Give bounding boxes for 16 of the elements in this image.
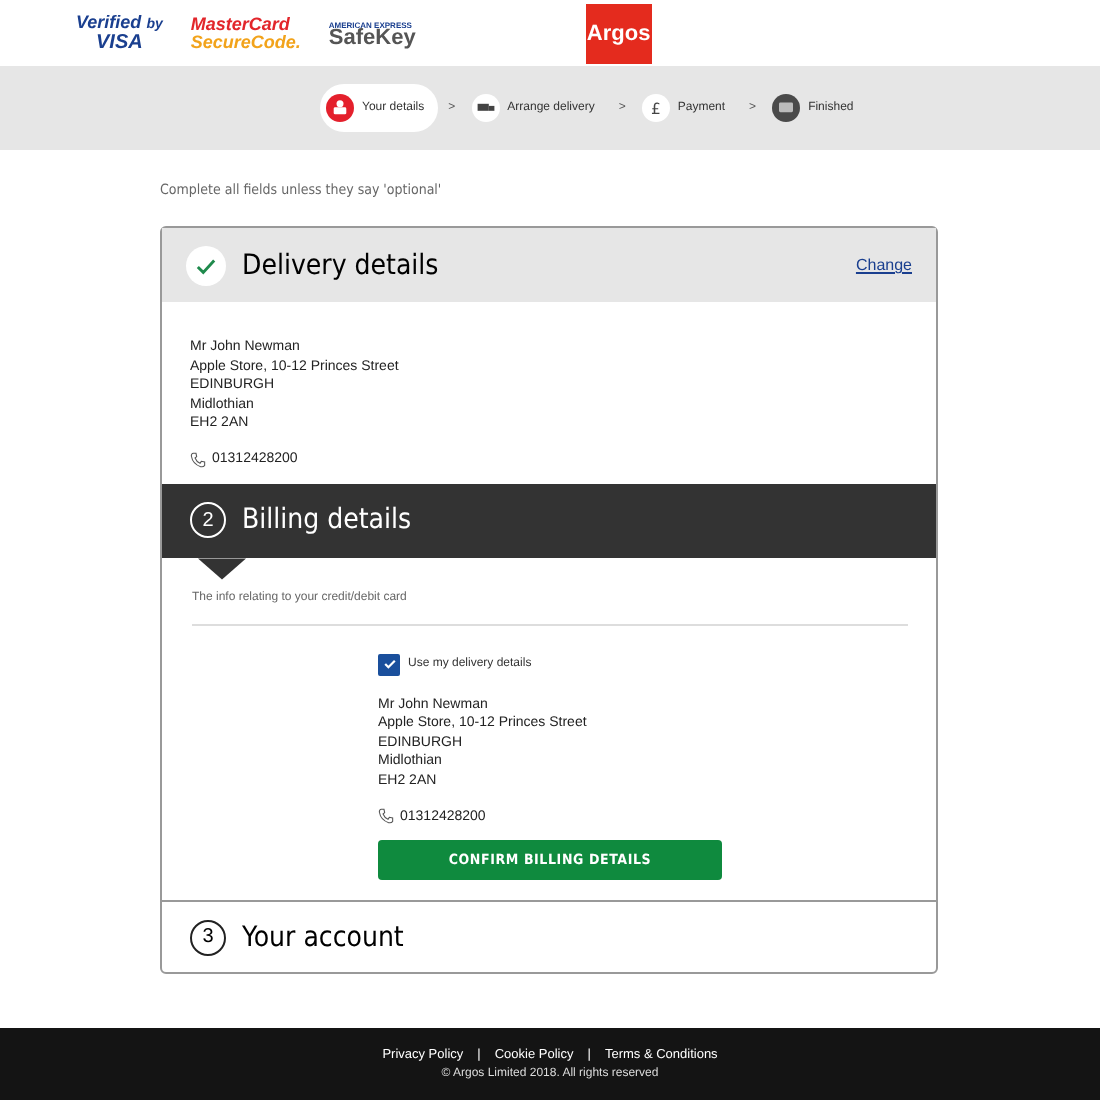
step-number: 3 bbox=[190, 919, 226, 955]
step-icon bbox=[772, 94, 801, 122]
step-icon bbox=[326, 94, 354, 122]
step-icon bbox=[471, 94, 500, 122]
change-link[interactable]: Change bbox=[855, 256, 912, 274]
phone-icon bbox=[378, 808, 394, 824]
section-title: Delivery details bbox=[242, 249, 439, 281]
mastercard-securecode-logo: MasterCard SecureCode. bbox=[190, 15, 301, 51]
section-title: Your account bbox=[242, 921, 404, 953]
checkbox[interactable] bbox=[378, 653, 400, 675]
argos-logo: Argos bbox=[585, 3, 652, 63]
section-title: Billing details bbox=[242, 504, 412, 536]
step-number: 2 bbox=[190, 502, 226, 538]
check-icon bbox=[186, 245, 226, 285]
check-icon bbox=[381, 656, 397, 672]
phone-icon bbox=[190, 451, 206, 467]
